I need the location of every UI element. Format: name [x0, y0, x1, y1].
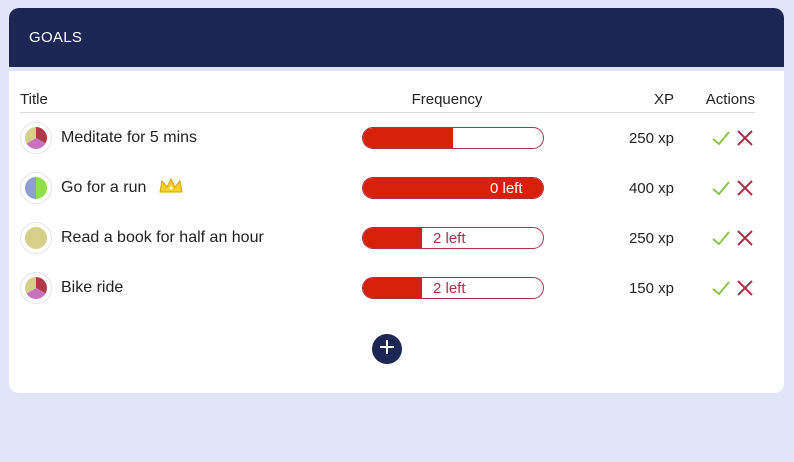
frequency-cell: 2 left [350, 277, 544, 299]
frequency-progress-bar: 2 left [362, 227, 544, 249]
delete-x-icon[interactable] [735, 178, 755, 198]
column-header-title: Title [20, 90, 48, 108]
goal-title: Read a book for half an hour [61, 229, 264, 246]
frequency-label: 2 left [433, 230, 466, 247]
plus-icon [378, 338, 396, 361]
table-header: Title Frequency XP Actions [20, 86, 755, 113]
column-header-frequency: Frequency [411, 90, 483, 108]
complete-check-icon[interactable] [711, 228, 731, 248]
actions-cell [674, 278, 755, 298]
goals-table: Title Frequency XP Actions Meditate for … [20, 86, 755, 313]
delete-x-icon[interactable] [735, 278, 755, 298]
pie-icon [20, 272, 52, 304]
frequency-progress-bar: 2 left [362, 277, 544, 299]
frequency-label: 0 left [490, 180, 523, 197]
delete-x-icon[interactable] [735, 128, 755, 148]
header-divider [9, 67, 784, 71]
actions-cell [674, 178, 755, 198]
table-row: Bike ride 2 left 150 xp [20, 263, 755, 313]
goal-title: Go for a run [61, 179, 147, 196]
column-header-actions: Actions [705, 90, 755, 108]
add-goal-button[interactable] [372, 334, 402, 364]
goal-title: Meditate for 5 mins [61, 129, 198, 146]
frequency-cell: 1 left [350, 127, 544, 149]
table-row: Go for a run 0 left 400 xp [20, 163, 755, 213]
delete-x-icon[interactable] [735, 228, 755, 248]
xp-value: 400 xp [628, 179, 674, 197]
xp-value: 150 xp [628, 279, 674, 297]
goal-title-cell: Go for a run [20, 172, 350, 204]
frequency-progress-bar: 1 left [362, 127, 544, 149]
crown-icon [158, 177, 184, 200]
frequency-label: 1 left [463, 130, 496, 147]
goal-title-cell: Meditate for 5 mins [20, 122, 350, 154]
goal-title: Bike ride [61, 279, 124, 296]
frequency-progress-fill [363, 278, 423, 298]
goals-header: GOALS [9, 8, 784, 72]
complete-check-icon[interactable] [711, 178, 731, 198]
column-header-xp: XP [653, 90, 674, 108]
frequency-progress-bar: 0 left [362, 177, 544, 199]
goal-title-cell: Read a book for half an hour [20, 222, 350, 254]
xp-value: 250 xp [628, 129, 674, 147]
frequency-progress-fill [363, 228, 423, 248]
pie-icon [20, 172, 52, 204]
pie-icon [20, 122, 52, 154]
complete-check-icon[interactable] [711, 278, 731, 298]
pie-icon [20, 222, 52, 254]
frequency-label: 2 left [433, 280, 466, 297]
xp-value: 250 xp [628, 229, 674, 247]
actions-cell [674, 128, 755, 148]
frequency-cell: 2 left [350, 227, 544, 249]
goal-title-cell: Bike ride [20, 272, 350, 304]
complete-check-icon[interactable] [711, 128, 731, 148]
page-title: GOALS [29, 29, 83, 46]
table-row: Meditate for 5 mins 1 left 250 xp [20, 113, 755, 163]
frequency-cell: 0 left [350, 177, 544, 199]
table-row: Read a book for half an hour 2 left 250 … [20, 213, 755, 263]
actions-cell [674, 228, 755, 248]
frequency-progress-fill [363, 128, 453, 148]
